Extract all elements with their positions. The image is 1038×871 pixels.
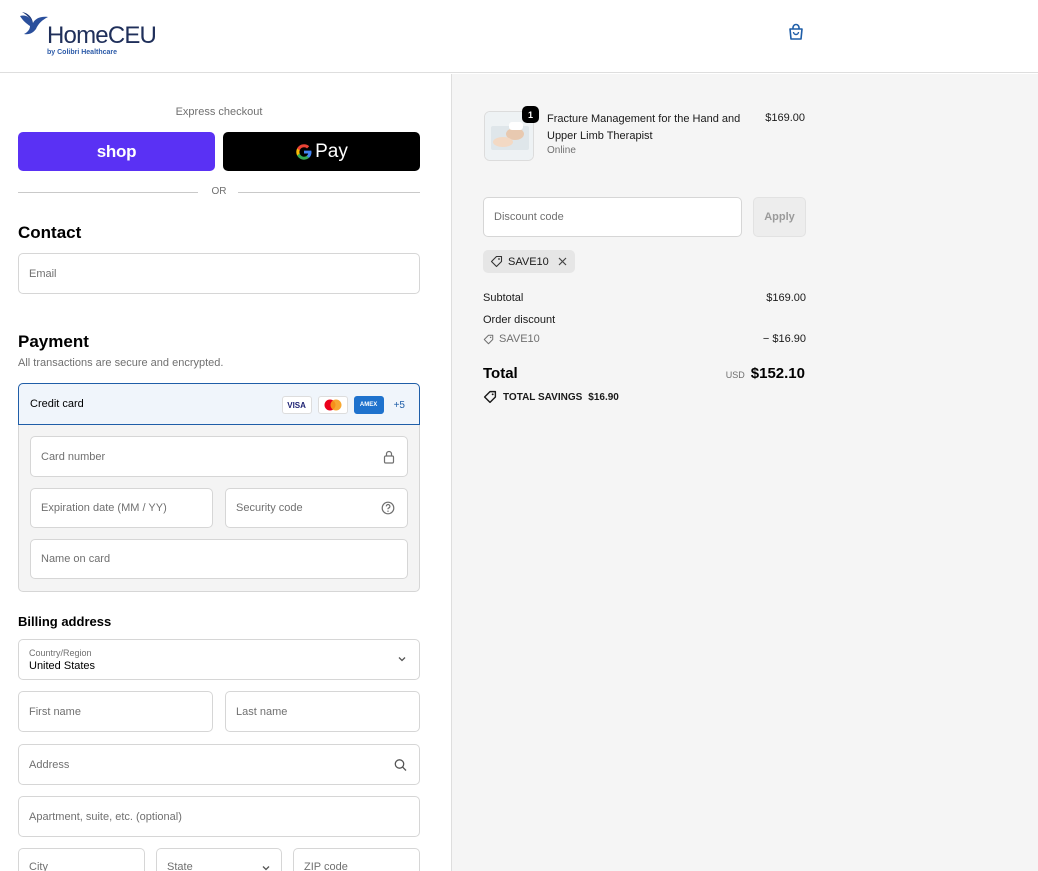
payment-title: Payment bbox=[18, 332, 89, 351]
more-brands-count: +5 bbox=[393, 399, 405, 411]
address-field[interactable]: Address bbox=[18, 744, 420, 785]
security-code-field[interactable]: Security code bbox=[225, 488, 408, 528]
discount-code-input[interactable]: Discount code bbox=[483, 197, 742, 237]
close-icon[interactable] bbox=[557, 256, 568, 267]
brand-subtitle: by Colibri Healthcare bbox=[47, 49, 118, 56]
savings-value: $16.90 bbox=[588, 391, 619, 403]
lock-icon bbox=[383, 450, 395, 464]
apply-label: Apply bbox=[764, 211, 795, 223]
or-divider: OR bbox=[18, 186, 420, 198]
zip-code-field[interactable]: ZIP code bbox=[293, 848, 420, 871]
product-name: Fracture Management for the Hand and Upp… bbox=[547, 113, 741, 142]
amex-icon: AMEX bbox=[353, 396, 384, 414]
total-label: Total bbox=[483, 365, 518, 382]
total-value-group: USD $152.10 bbox=[726, 365, 805, 382]
apartment-field[interactable]: Apartment, suite, etc. (optional) bbox=[18, 796, 420, 837]
tag-icon bbox=[490, 255, 503, 268]
order-discount-label: Order discount bbox=[483, 314, 556, 326]
google-pay-button[interactable]: Pay bbox=[223, 132, 420, 171]
zip-code-placeholder: ZIP code bbox=[304, 861, 348, 871]
or-label: OR bbox=[211, 186, 227, 197]
apartment-placeholder: Apartment, suite, etc. (optional) bbox=[29, 810, 182, 823]
expiration-placeholder: Expiration date (MM / YY) bbox=[41, 502, 167, 514]
google-g-icon bbox=[296, 143, 312, 160]
email-field[interactable]: Email bbox=[18, 253, 420, 294]
discount-code-row: SAVE10 − $16.90 bbox=[483, 333, 806, 348]
header: HomeCEU by Colibri Healthcare bbox=[0, 0, 1038, 73]
express-checkout-title: Express checkout bbox=[175, 106, 263, 118]
product-price: $169.00 bbox=[765, 112, 805, 124]
payment-subtitle: All transactions are secure and encrypte… bbox=[18, 357, 224, 369]
google-pay-label: Pay bbox=[315, 140, 348, 162]
card-number-placeholder: Card number bbox=[41, 450, 106, 463]
last-name-field[interactable]: Last name bbox=[225, 691, 420, 732]
state-select[interactable]: State bbox=[156, 848, 282, 871]
credit-card-label: Credit card bbox=[30, 398, 84, 410]
last-name-placeholder: Last name bbox=[236, 705, 288, 718]
shop-pay-label: shop bbox=[96, 141, 137, 161]
chevron-down-icon bbox=[262, 866, 270, 871]
name-on-card-field[interactable]: Name on card bbox=[30, 539, 408, 579]
subtotal-row: Subtotal $169.00 bbox=[483, 292, 806, 304]
discount-code-placeholder: Discount code bbox=[494, 211, 564, 223]
quantity-badge: 1 bbox=[522, 106, 539, 123]
apply-discount-button[interactable]: Apply bbox=[753, 197, 806, 237]
visa-icon: VISA bbox=[281, 396, 312, 414]
total-savings: TOTAL SAVINGS $16.90 bbox=[483, 390, 619, 404]
order-summary: 1 Fracture Management for the Hand and U… bbox=[451, 74, 1038, 871]
shopping-bag-icon[interactable] bbox=[786, 22, 806, 42]
currency-code: USD bbox=[725, 370, 745, 380]
first-name-field[interactable]: First name bbox=[18, 691, 213, 732]
order-discount-row: Order discount bbox=[483, 314, 806, 326]
tag-icon bbox=[483, 390, 497, 404]
country-label: Country/Region bbox=[29, 648, 92, 658]
credit-card-option[interactable]: Credit card VISA AMEX +5 bbox=[18, 383, 420, 425]
country-select[interactable]: Country/Region United States bbox=[18, 639, 420, 680]
checkout-form: Express checkout shop Pay OR Contact Ema… bbox=[0, 74, 451, 871]
discount-code-label: SAVE10 bbox=[499, 333, 540, 345]
shop-pay-button[interactable]: shop bbox=[18, 132, 215, 171]
savings-label: TOTAL SAVINGS bbox=[503, 391, 583, 403]
billing-address-title: Billing address bbox=[18, 614, 112, 629]
total-value: $152.10 bbox=[750, 365, 805, 382]
subtotal-value: $169.00 bbox=[766, 292, 806, 304]
city-field[interactable]: City bbox=[18, 848, 145, 871]
applied-code-label: SAVE10 bbox=[508, 255, 549, 268]
country-value: United States bbox=[29, 660, 96, 672]
expiration-date-field[interactable]: Expiration date (MM / YY) bbox=[30, 488, 213, 528]
brand-name: HomeCEU bbox=[47, 22, 157, 49]
name-on-card-placeholder: Name on card bbox=[41, 553, 111, 565]
help-circle-icon[interactable] bbox=[381, 501, 395, 515]
search-icon bbox=[394, 758, 407, 771]
product-type: Online bbox=[547, 145, 576, 156]
mastercard-icon bbox=[317, 396, 348, 414]
hummingbird-icon bbox=[20, 12, 48, 35]
applied-discount-chip: SAVE10 bbox=[483, 250, 575, 273]
contact-title: Contact bbox=[18, 223, 82, 242]
first-name-placeholder: First name bbox=[29, 705, 81, 718]
discount-value: − $16.90 bbox=[762, 333, 806, 345]
card-number-field[interactable]: Card number bbox=[30, 436, 408, 477]
subtotal-label: Subtotal bbox=[483, 292, 524, 304]
credit-card-panel: Credit card VISA AMEX +5 Card number Exp… bbox=[18, 383, 420, 592]
tag-icon bbox=[483, 334, 494, 344]
address-placeholder: Address bbox=[29, 758, 70, 771]
email-placeholder: Email bbox=[29, 267, 57, 280]
chevron-down-icon bbox=[398, 657, 406, 662]
city-placeholder: City bbox=[29, 861, 48, 871]
card-brand-logos: VISA AMEX +5 bbox=[281, 396, 405, 414]
